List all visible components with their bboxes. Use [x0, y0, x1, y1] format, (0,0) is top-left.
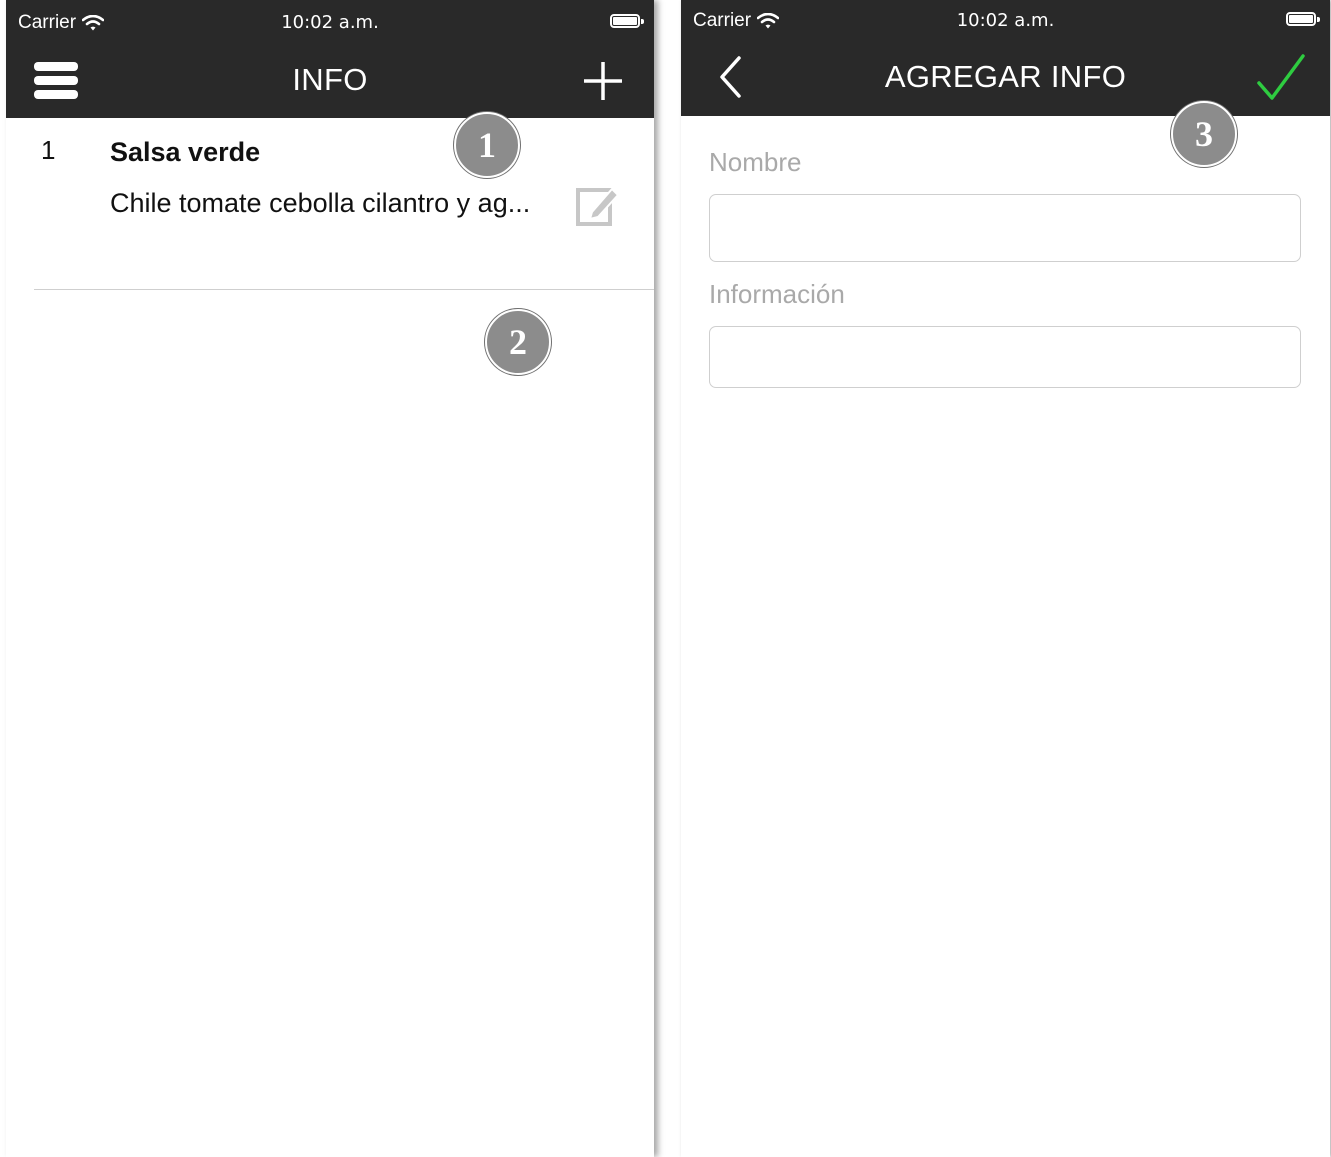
list-item-description: Chile tomate cebolla cilantro y ag... — [110, 188, 531, 218]
status-time: 10:02 a.m. — [281, 12, 379, 33]
status-time: 10:02 a.m. — [956, 10, 1055, 31]
list-divider — [34, 289, 654, 290]
name-input[interactable] — [709, 194, 1301, 262]
annotation-badge-2: 2 — [485, 309, 551, 375]
battery-icon — [1286, 12, 1316, 26]
list-item-number: 1 — [41, 135, 56, 165]
info-list-screen: Carrier 10:02 a.m. INFO 1 Salsa verde Ch… — [6, 0, 654, 1157]
navigation-bar: INFO — [6, 44, 654, 118]
add-button[interactable] — [578, 44, 628, 118]
battery-tip — [1317, 17, 1320, 22]
annotation-badge-3: 3 — [1171, 101, 1237, 167]
edit-icon — [576, 187, 620, 226]
status-bar: Carrier 10:02 a.m. — [681, 0, 1330, 40]
list-item-title: Salsa verde — [110, 137, 261, 167]
edit-button[interactable] — [572, 180, 622, 230]
confirm-button[interactable] — [1253, 40, 1309, 114]
annotation-badge-1: 1 — [454, 112, 520, 178]
name-field-label: Nombre — [709, 147, 802, 177]
page-title: AGREGAR INFO — [884, 59, 1127, 94]
plus-icon — [584, 62, 622, 100]
navigation-bar: AGREGAR INFO — [681, 40, 1330, 116]
add-info-screen: Carrier 10:02 a.m. AGREGAR INFO Nombre I… — [681, 0, 1330, 1157]
status-bar: Carrier 10:02 a.m. — [6, 0, 654, 44]
checkmark-icon — [1257, 54, 1305, 100]
battery-tip — [641, 19, 644, 24]
page-title: INFO — [292, 62, 368, 97]
battery-icon — [610, 14, 640, 28]
info-input[interactable] — [709, 326, 1301, 388]
info-field-label: Información — [709, 279, 845, 309]
